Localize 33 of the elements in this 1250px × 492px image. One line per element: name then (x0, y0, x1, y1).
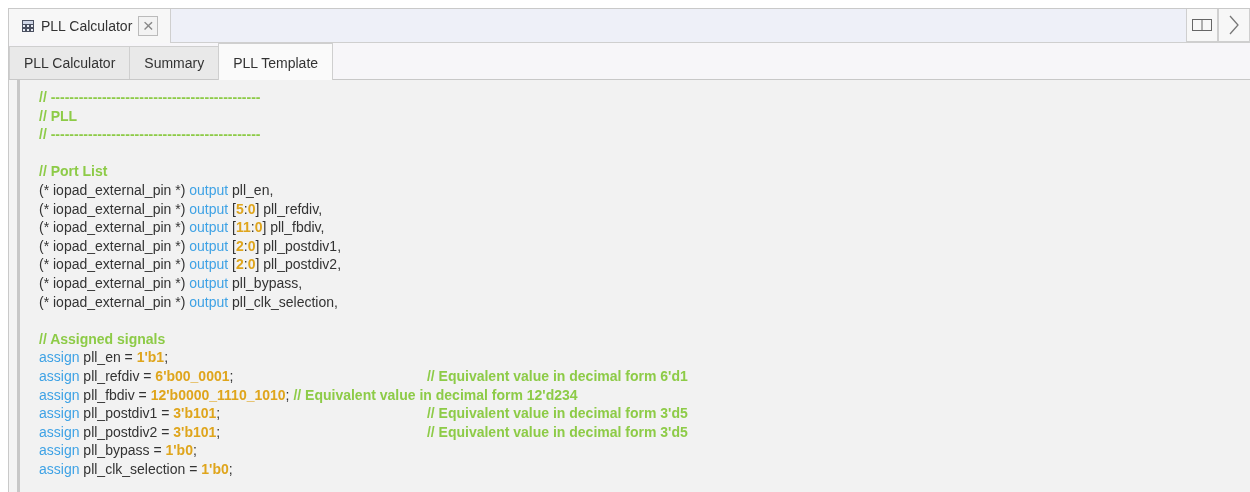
code-comment: // Equivalent value in decimal form 12'd234 (293, 386, 578, 403)
code-comment: // Equivalent value in decimal form 3'd5 (426, 405, 688, 422)
code-comment: // PLL (39, 107, 78, 124)
code-line: (* iopad_external_pin *) output pll_clk_selection, (39, 293, 338, 310)
code-line: assign pll_refdiv = 6'b00_0001; (39, 366, 235, 386)
code-comment: // Assigned signals (39, 330, 166, 347)
code-line: assign pll_postdiv2 = 3'b101; (39, 422, 222, 442)
tab[interactable]: PLL Template (218, 43, 334, 80)
editor-tab-title: PLL Calculator (41, 16, 133, 36)
code-comment: // --------------------------------------------- (39, 126, 261, 143)
split-view-icon (1192, 19, 1212, 31)
code-comment: // Equivalent value in decimal form 3'd5 (426, 423, 688, 440)
chevron-right-icon (1229, 15, 1239, 35)
code-line: (* iopad_external_pin *) output [2:0] pll_postdiv2, (39, 256, 342, 273)
code-comment: // --------------------------------------------- (39, 89, 261, 105)
code-line: assign pll_fbdiv = 12'b0000_1110_1010; (39, 385, 290, 405)
code-line: assign pll_postdiv1 = 3'b101; (39, 404, 222, 423)
code-line: (* iopad_external_pin *) output pll_en, (39, 181, 274, 198)
code-comment: // Equivalent value in decimal form 6'd1 (426, 367, 688, 384)
code-comment: // Port List (39, 163, 108, 180)
tab[interactable]: Summary (129, 46, 220, 79)
code-line: assign pll_clk_selection = 1'b0; (39, 460, 233, 477)
tab[interactable]: PLL Calculator (9, 46, 131, 79)
calculator-icon (21, 19, 35, 33)
code-line: (* iopad_external_pin *) output pll_bypass, (39, 274, 303, 291)
code-line: assign pll_bypass = 1'b0; (39, 442, 197, 459)
next-button[interactable] (1218, 9, 1250, 42)
split-view-button[interactable] (1186, 9, 1218, 42)
editor-tab[interactable]: PLL Calculator × (9, 9, 172, 43)
code-line: (* iopad_external_pin *) output [2:0] pll_postdiv1, (39, 237, 342, 254)
code-line: (* iopad_external_pin *) output [11:0] pll_fbdiv, (39, 219, 325, 236)
code-line: (* iopad_external_pin *) output [5:0] pll_refdiv, (39, 200, 323, 217)
code-line: assign pll_en = 1'b1; (39, 349, 169, 366)
